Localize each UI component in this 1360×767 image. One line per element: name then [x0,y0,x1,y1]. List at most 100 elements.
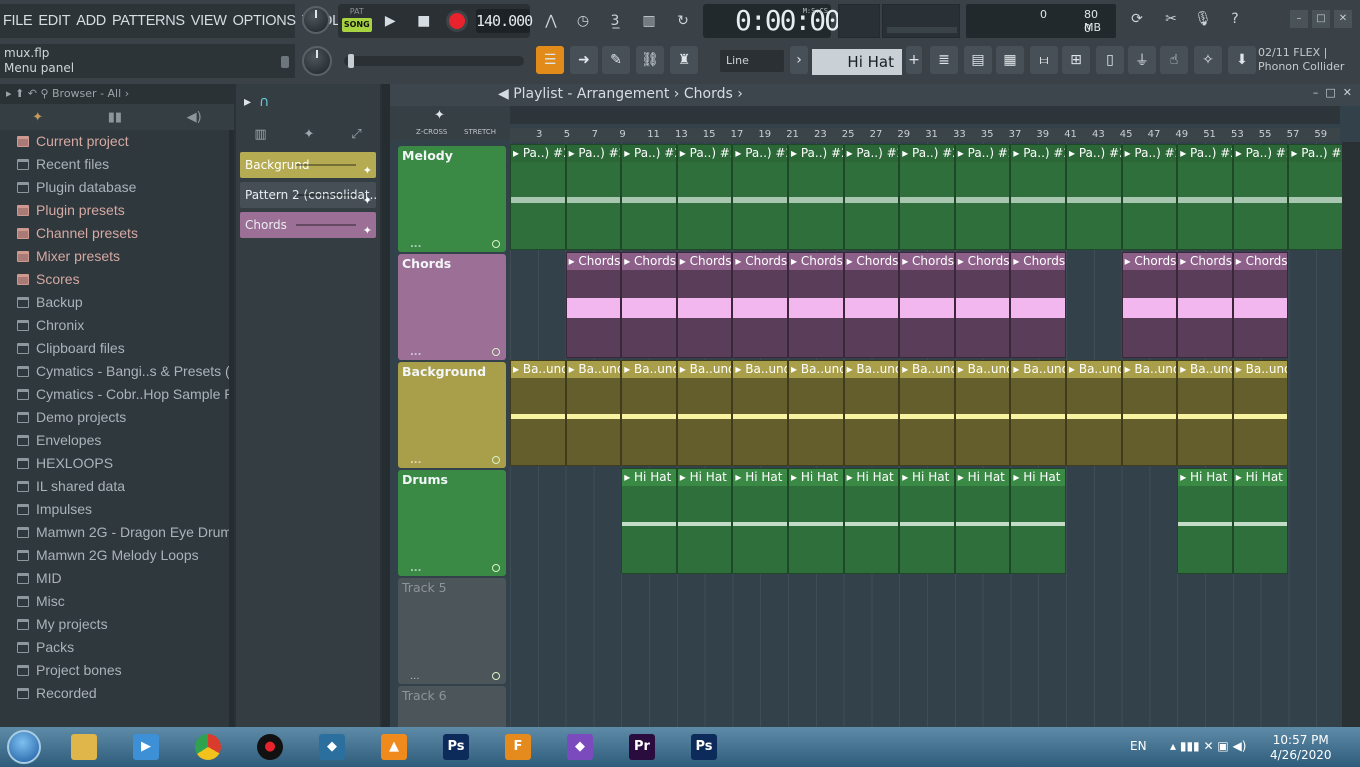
picker-scrollbar[interactable] [382,84,390,727]
clip[interactable]: ▸ Ba..und [1121,360,1178,466]
clip[interactable]: ▸ Chords [1010,252,1066,358]
pattern-prev-button[interactable]: › [790,46,808,74]
clip[interactable]: ▸ Pa..) #2 [1177,144,1233,250]
clip[interactable]: ▸ Hi Hat [732,468,788,574]
browser-item[interactable]: My projects [0,613,234,636]
song-time-display[interactable]: 0:00:00 M:S:CS [703,4,841,38]
playlist-window-controls[interactable]: – □ ✕ [1313,86,1352,99]
stop-button[interactable]: ■ [409,6,439,36]
mute-icon[interactable] [492,348,500,356]
browser-item[interactable]: Current project [0,130,234,153]
channel-rack-button[interactable]: ▦ [996,46,1024,74]
clip[interactable]: ▸ Pa..) #2 [1010,144,1066,250]
browser-item[interactable]: Backup [0,291,234,314]
pattern-item[interactable]: Chords ✦ [240,212,376,238]
clip[interactable]: ▸ Pa..) #2 [732,144,788,250]
track-header[interactable]: Background... [398,362,506,468]
play-button[interactable]: ▶ [376,6,406,36]
tab-all-icon[interactable]: ✦ [32,110,43,125]
grip-icon[interactable]: ✦ [363,218,372,238]
time-ruler[interactable]: 3 5 7 9 11 13 15 17 19 21 23 25 27 29 31 33 35 37 39 41 43 45… [510,128,1340,142]
record-button[interactable] [443,6,473,36]
taskbar-app[interactable]: ● [242,729,298,765]
browser-item[interactable]: Impulses [0,498,234,521]
browser-item[interactable]: Plugin database [0,176,234,199]
browser-item[interactable]: Envelopes [0,429,234,452]
clip[interactable]: ▸ Hi Hat [843,468,900,574]
clip[interactable]: ▸ Pa..) #2 [1232,144,1289,250]
browser-item[interactable]: MID [0,567,234,590]
clip[interactable]: ▸ Ba..und [510,360,566,466]
clip[interactable]: ▸ Ba..und [1232,360,1289,466]
clip[interactable]: ▸ Chords [621,252,677,358]
piano-icon[interactable]: ▥ [254,127,266,142]
browser-header[interactable]: ▸ ⬆ ↶ ⚲ Browser - All › [0,84,234,104]
clip[interactable]: ▸ Pa..) #2 [843,144,900,250]
browser-item[interactable]: Cymatics - Cobr..Hop Sample Pack [0,383,234,406]
track-header[interactable]: Drums... [398,470,506,576]
minimize-button[interactable]: – [1290,10,1308,28]
browser-item[interactable]: Demo projects [0,406,234,429]
brush-tool-button[interactable]: ✎ [602,46,630,74]
clip[interactable]: ▸ Hi Hat [621,468,677,574]
clip[interactable]: ▸ Ba..und [565,360,622,466]
touch-button[interactable]: ☝ [1160,46,1188,74]
mute-icon[interactable] [492,240,500,248]
grip-icon[interactable]: ✦ [363,158,372,178]
grip-icon[interactable]: ✦ [363,188,372,208]
clip[interactable]: ▸ Hi Hat [1177,468,1233,574]
download-button[interactable]: ⬇ [1228,46,1256,74]
browser-item[interactable]: Cymatics - Bangi..s & Presets (WAV) [0,360,234,383]
stamp-button[interactable]: ♜ [670,46,698,74]
taskbar-app[interactable]: ◆ [304,729,360,765]
clip[interactable]: ▸ Ba..und [954,360,1011,466]
clip[interactable]: ▸ Chords [954,252,1011,358]
browser-item[interactable]: Channel presets [0,222,234,245]
clip[interactable]: ▸ Chords [732,252,788,358]
taskbar-app[interactable]: ▶ [118,729,174,765]
close-button[interactable]: ✕ [1334,10,1352,28]
clip[interactable]: ▸ Chords [1177,252,1233,358]
clip[interactable]: ▸ Chords [843,252,900,358]
clip[interactable]: ▸ Pa..) #2 [1066,144,1122,250]
taskbar-app[interactable]: ▲ [366,729,422,765]
playlist-toggle-button[interactable]: ☰ [536,46,564,74]
clip[interactable]: ▸ Ba..und [621,360,677,466]
clip[interactable]: ▸ Chords [788,252,844,358]
automation-icon[interactable]: ⤢ [351,127,361,142]
clip[interactable]: ▸ Hi Hat [676,468,733,574]
clip[interactable]: ▸ Pa..) #2 [1121,144,1178,250]
taskbar-app[interactable] [56,729,112,765]
project-button[interactable]: ▯ [1096,46,1124,74]
clip[interactable]: ▸ Hi Hat [954,468,1011,574]
clip[interactable]: ▸ Ba..und [788,360,844,466]
clip[interactable]: ▸ Pa..) #2 [788,144,844,250]
browser-item[interactable]: Mixer presets [0,245,234,268]
browser-item[interactable]: Recent files [0,153,234,176]
clip[interactable]: ▸ Hi Hat [1232,468,1289,574]
clip[interactable]: ▸ Ba..und [1066,360,1122,466]
clip[interactable]: ▸ Pa..) #2 [676,144,733,250]
clip[interactable]: ▸ Pa..) #2 [899,144,955,250]
cut-tool-button[interactable]: ✂ [1156,4,1186,34]
tempo-display[interactable]: 140.000 [476,9,533,33]
clip[interactable]: ▸ Hi Hat [1010,468,1066,574]
pattern-selector[interactable]: Hi Hat [812,49,902,75]
piano-roll-button[interactable]: ▤ [964,46,992,74]
plugin-button[interactable]: ⏚ [1128,46,1156,74]
browser-item[interactable]: Project bones [0,659,234,682]
magnet-icon[interactable]: ∩ [259,94,269,110]
pattern-item[interactable]: Backgrund ✦ [240,152,376,178]
taskbar-app[interactable]: Ps [428,729,484,765]
help-button[interactable]: ? [1220,4,1250,34]
link-button[interactable]: ⛓ [636,46,664,74]
lock-icon[interactable] [281,56,289,68]
taskbar-app[interactable] [180,729,236,765]
menu-patterns[interactable]: PATTERNS [109,13,188,29]
mute-icon[interactable] [492,564,500,572]
playlist-view-button[interactable]: ≣ [930,46,958,74]
record-audio-button[interactable]: 🎙 [1188,4,1218,34]
clip[interactable]: ▸ Pa..) #2 [510,144,566,250]
clip[interactable]: ▸ Pa..) #2 [621,144,677,250]
browser-item[interactable]: Misc [0,590,234,613]
